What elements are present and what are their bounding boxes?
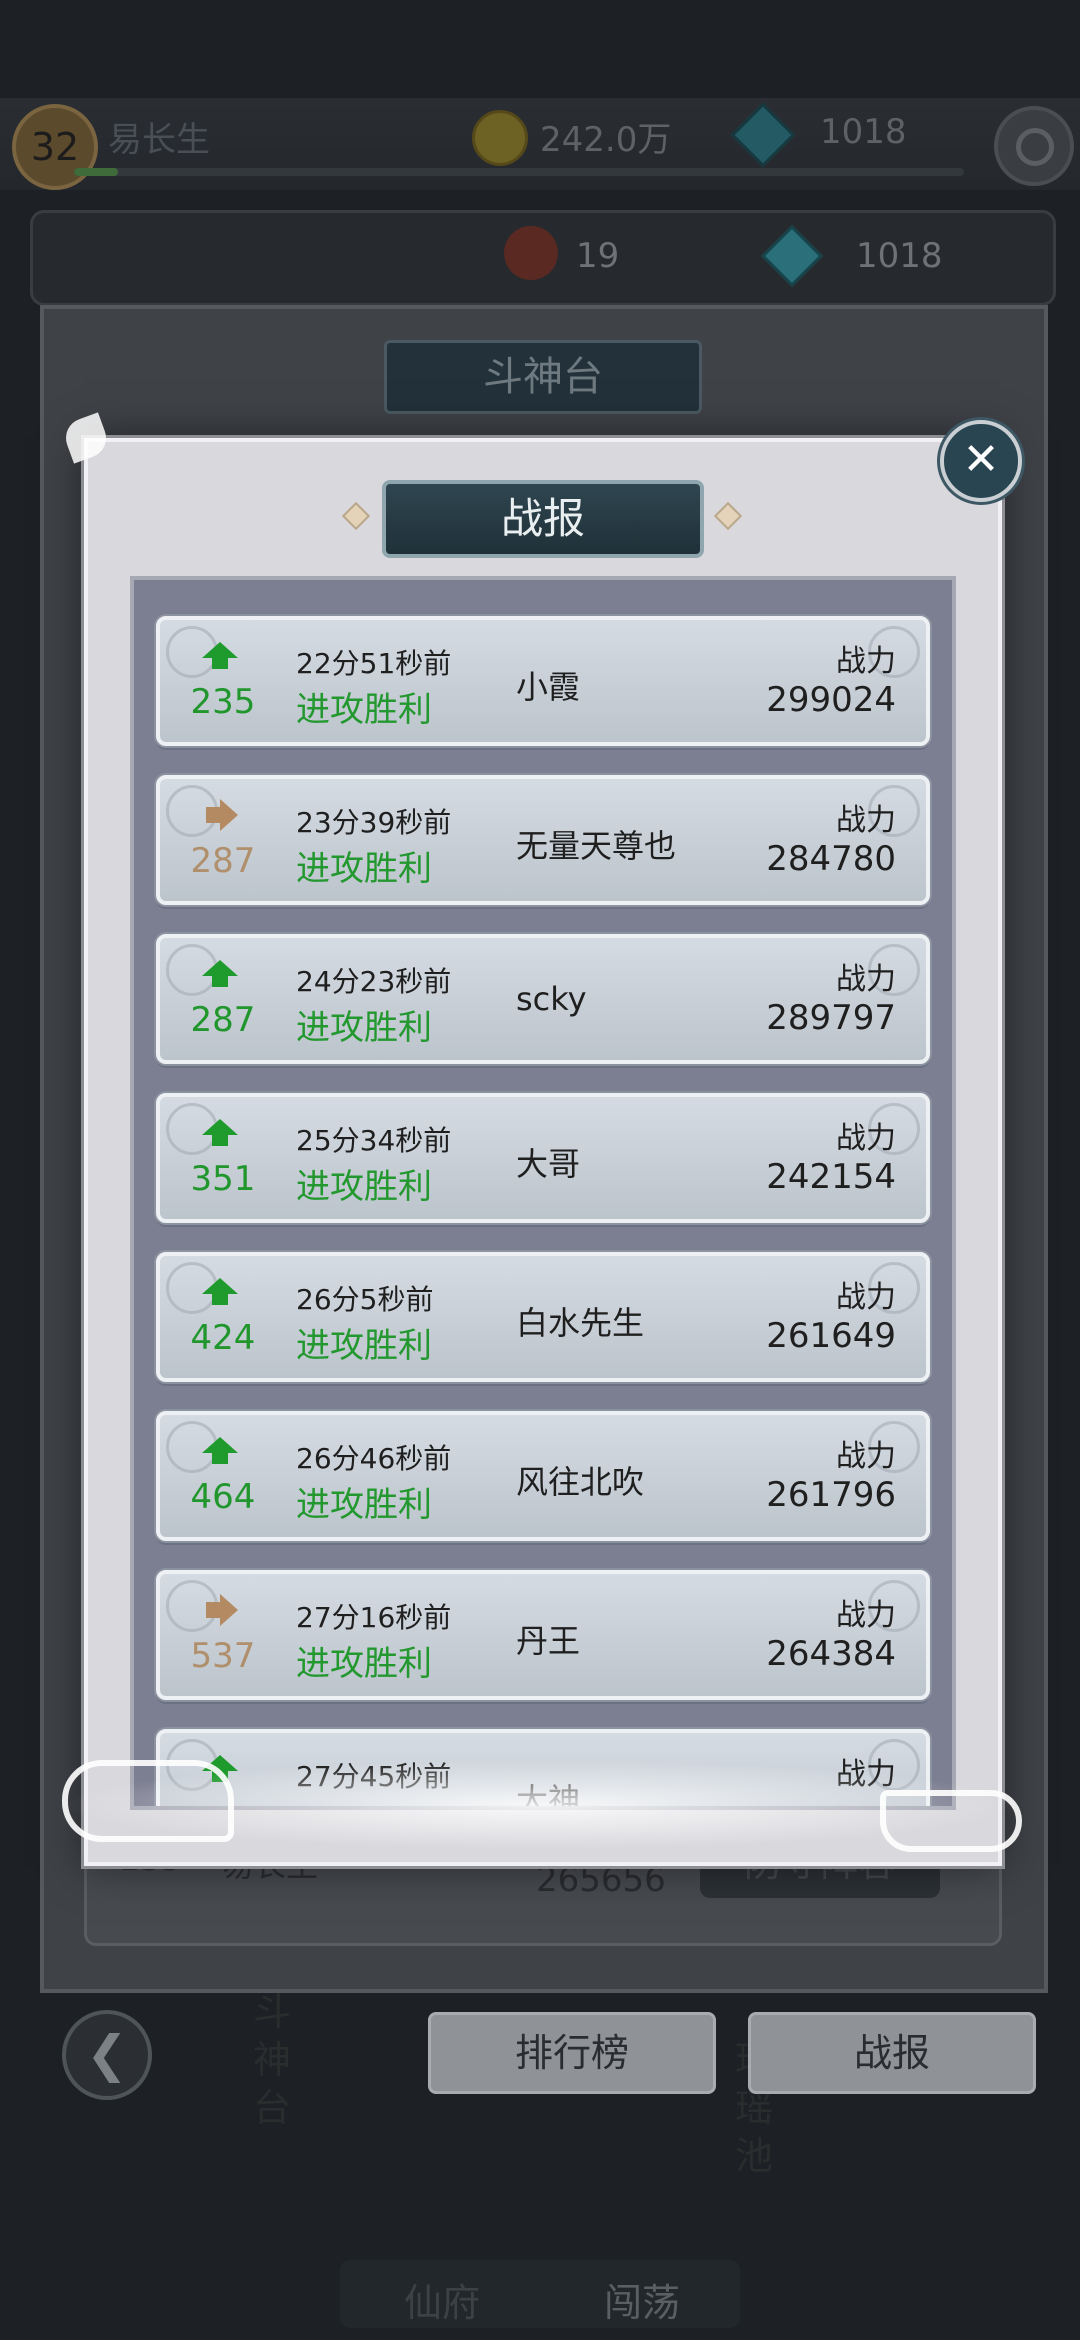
opponent-name: 丹王 [516,1622,581,1660]
report-row[interactable]: 537 27分16秒前 进攻胜利 丹王 战力 264384 [156,1570,930,1700]
level-badge: 32 [12,104,98,190]
close-icon: ✕ [962,434,1000,485]
power-label: 战力 [836,644,896,679]
opponent-name: 白水先生 [516,1304,645,1342]
battle-result: 进攻胜利 [296,1326,432,1366]
xp-bar-fill [74,168,118,176]
opponent-power: 299024 [766,680,896,720]
battle-result: 进攻胜利 [296,1644,432,1684]
battle-result: 进攻胜利 [296,1485,432,1525]
report-time: 25分34秒前 [296,1124,452,1157]
cloud-decoration [880,1790,1022,1852]
fire-token-count: 19 [576,236,620,276]
leaderboard-button[interactable]: 排行榜 [428,2012,716,2094]
power-label: 战力 [836,1280,896,1315]
close-button[interactable]: ✕ [940,420,1022,502]
modal-title: 战报 [382,480,704,558]
report-row[interactable]: 287 23分39秒前 进攻胜利 无量天尊也 战力 284780 [156,775,930,905]
player-name: 易长生 [108,120,210,160]
report-time: 26分46秒前 [296,1442,452,1475]
opponent-name: scky [516,980,587,1018]
settings-gear-icon[interactable] [994,106,1074,186]
report-row[interactable]: 424 26分5秒前 进攻胜利 白水先生 战力 261649 [156,1252,930,1382]
vertical-char: 斗 [252,1990,291,2034]
report-time: 22分51秒前 [296,647,452,680]
rank-change: 287 [190,841,256,881]
cloud-decoration [62,1760,234,1842]
power-label: 战力 [836,803,896,838]
opponent-power: 242154 [766,1157,896,1197]
opponent-power: 264384 [766,1634,896,1674]
gem-count: 1018 [856,236,943,276]
rank-change: 537 [190,1636,256,1676]
rank-change: 287 [190,1000,256,1040]
rank-change: 424 [190,1318,256,1358]
rank-change: 351 [190,1159,256,1199]
battle-result: 进攻胜利 [296,849,432,889]
vertical-label-doushentai[interactable]: 斗 神 台 [250,1988,294,2132]
back-button[interactable]: ❮ [62,2010,152,2100]
opponent-power: 289797 [766,998,896,1038]
rank-change: 464 [190,1477,256,1517]
battle-result: 进攻胜利 [296,1008,432,1048]
report-row[interactable]: 287 24分23秒前 进攻胜利 scky 战力 289797 [156,934,930,1064]
fire-token-icon [504,226,558,280]
battle-result: 进攻胜利 [296,690,432,730]
report-row[interactable]: 464 26分46秒前 进攻胜利 风往北吹 战力 261796 [156,1411,930,1541]
power-label: 战力 [836,962,896,997]
report-row[interactable]: 235 22分51秒前 进攻胜利 小霞 战力 299024 [156,616,930,746]
opponent-name: 无量天尊也 [516,827,677,865]
report-row[interactable]: 351 25分34秒前 进攻胜利 大哥 战力 242154 [156,1093,930,1223]
vertical-char: 台 [252,2086,291,2130]
vertical-char: 神 [252,2038,291,2082]
xp-bar [74,168,964,176]
power-label: 战力 [836,1598,896,1633]
report-list[interactable]: 235 22分51秒前 进攻胜利 小霞 战力 299024 287 23分39秒… [130,576,956,1810]
report-time: 24分23秒前 [296,965,452,998]
report-time: 26分5秒前 [296,1283,434,1316]
self-power: 265656 [536,1860,666,1900]
battle-report-button[interactable]: 战报 [748,2012,1036,2094]
opponent-name: 大哥 [516,1145,581,1183]
nav-item-chuangdang[interactable]: 闯荡 [604,2272,680,2327]
report-time: 23分39秒前 [296,806,452,839]
power-label: 战力 [836,1121,896,1156]
coin-count: 242.0万 [540,120,672,160]
battle-result: 进攻胜利 [296,1167,432,1207]
opponent-name: 小霞 [516,668,581,706]
report-time: 27分16秒前 [296,1601,452,1634]
arena-title: 斗神台 [384,340,702,414]
power-label: 战力 [836,1439,896,1474]
rank-change: 235 [190,682,256,722]
opponent-power: 261649 [766,1316,896,1356]
nav-item-xianfu[interactable]: 仙府 [404,2272,480,2327]
opponent-power: 261796 [766,1475,896,1515]
back-arrow-icon: ❮ [86,2025,128,2083]
vertical-char: 池 [734,2134,773,2178]
opponent-power: 284780 [766,839,896,879]
opponent-name: 风往北吹 [516,1463,645,1501]
coin-icon [472,110,528,166]
gem-count: 1018 [820,112,907,152]
